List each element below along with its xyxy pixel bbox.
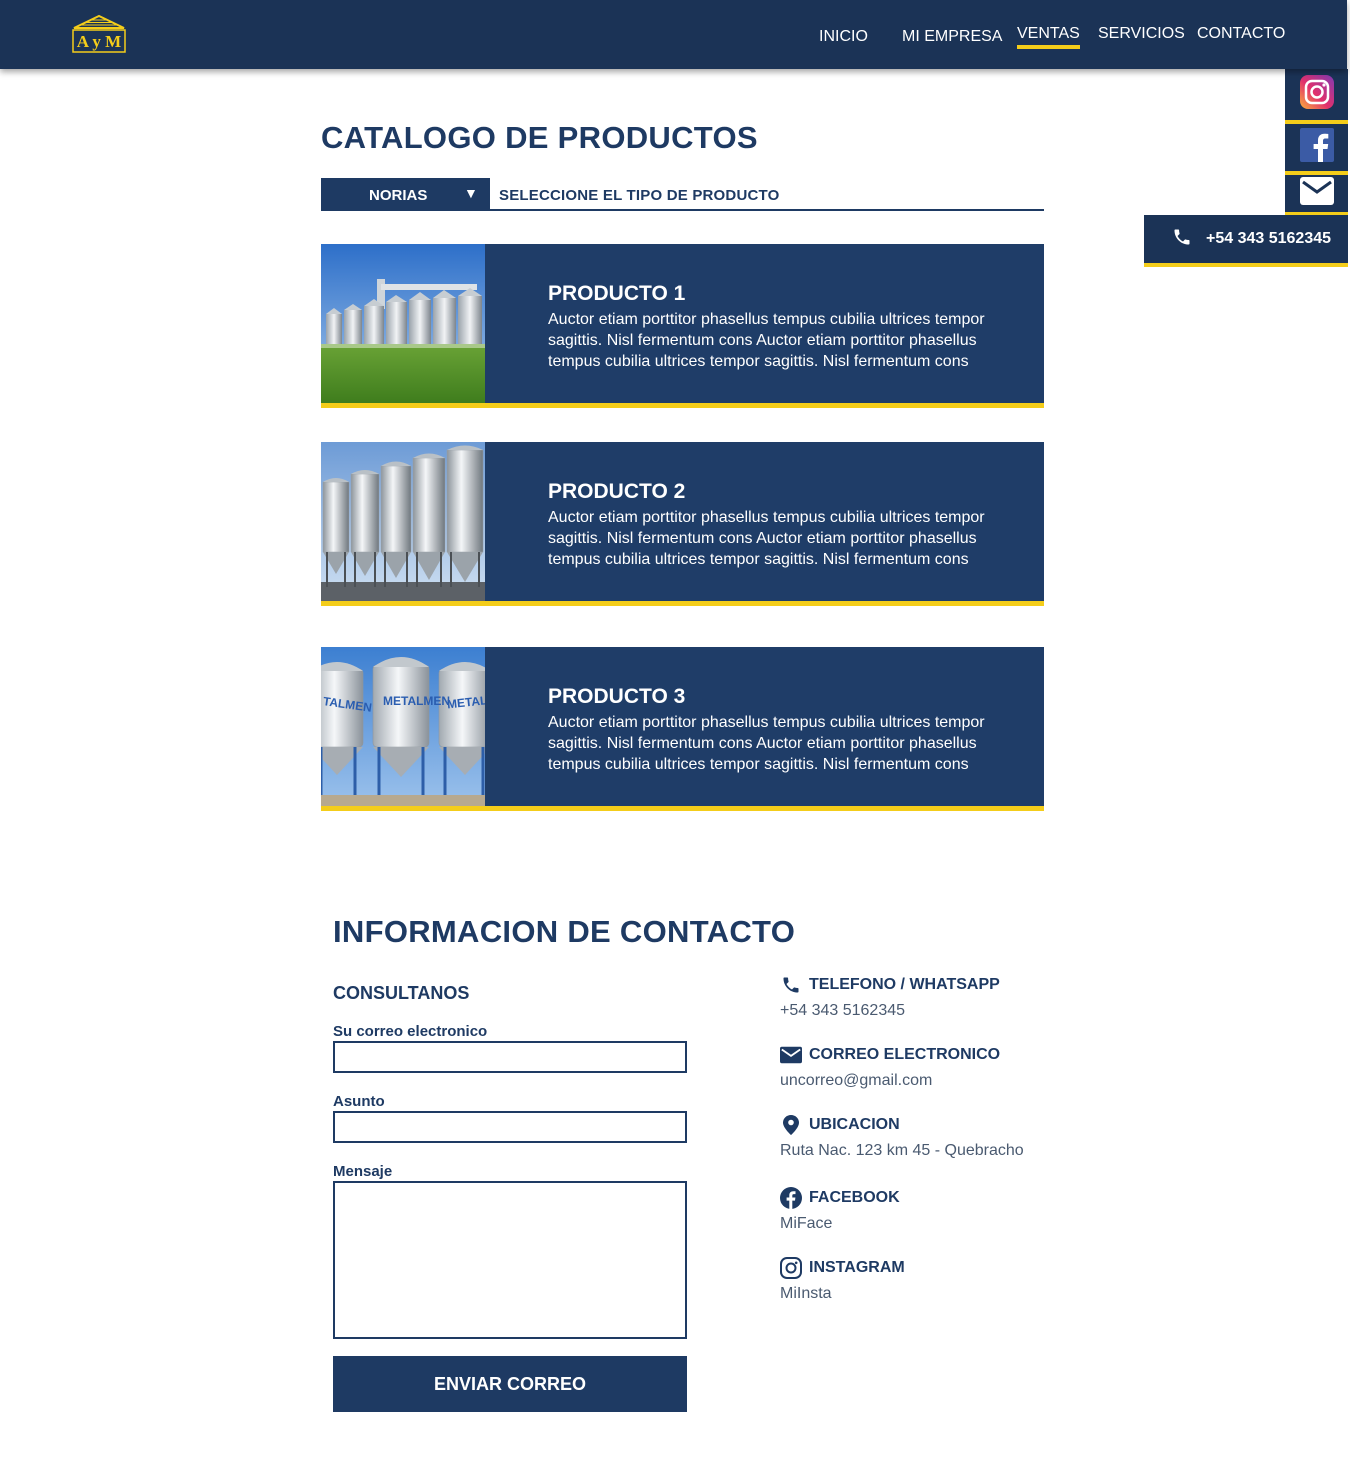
mail-icon <box>780 1044 802 1066</box>
facebook-icon <box>780 1187 802 1209</box>
dropdown-value: NORIAS <box>369 187 428 204</box>
svg-text:METALMEN: METALMEN <box>383 694 450 708</box>
nav-ventas[interactable]: VENTAS <box>1017 25 1080 49</box>
mail-link[interactable] <box>1285 175 1348 216</box>
contact-label: FACEBOOK <box>809 1189 900 1206</box>
product-title: PRODUCTO 3 <box>548 685 686 708</box>
contact-location: UBICACION Ruta Nac. 123 km 45 - Quebrach… <box>780 1114 1024 1160</box>
email-label: Su correo electronico <box>333 1023 488 1040</box>
contact-facebook: FACEBOOK MiFace <box>780 1187 900 1233</box>
email-field[interactable] <box>333 1041 687 1073</box>
phone-number: +54 343 5162345 <box>1206 230 1332 247</box>
contact-label: CORREO ELECTRONICO <box>809 1046 1001 1063</box>
phone-icon <box>1172 227 1206 252</box>
subject-field[interactable] <box>333 1111 687 1143</box>
product-title: PRODUCTO 1 <box>548 282 686 305</box>
product-image-silos-field <box>321 244 485 403</box>
catalog-title: CATALOGO DE PRODUCTOS <box>321 120 758 155</box>
message-field[interactable] <box>333 1181 687 1339</box>
contact-label: UBICACION <box>809 1116 900 1133</box>
contact-value[interactable]: MiInsta <box>780 1285 905 1303</box>
svg-text:A y M: A y M <box>77 32 121 51</box>
contact-phone: TELEFONO / WHATSAPP +54 343 5162345 <box>780 974 1000 1020</box>
location-pin-icon <box>780 1114 802 1136</box>
contact-value: Ruta Nac. 123 km 45 - Quebracho <box>780 1142 1024 1159</box>
facebook-icon <box>1299 128 1334 167</box>
top-navbar: A y M INICIO MI EMPRESA VENTAS SERVICIOS… <box>0 0 1347 69</box>
contact-label: TELEFONO / WHATSAPP <box>809 976 1000 993</box>
instagram-icon <box>780 1257 802 1279</box>
contact-email: CORREO ELECTRONICO uncorreo@gmail.com <box>780 1044 1000 1090</box>
message-label: Mensaje <box>333 1163 393 1180</box>
nav-contacto[interactable]: CONTACTO <box>1197 25 1285 43</box>
product-card[interactable]: TALMEN METALMEN METAL PRODUCTO 3 Auctor … <box>321 647 1044 811</box>
product-card[interactable]: PRODUCTO 1 Auctor etiam porttitor phasel… <box>321 244 1044 408</box>
product-image-branded-silos: TALMEN METALMEN METAL <box>321 647 485 806</box>
phone-icon <box>780 974 802 996</box>
form-heading: CONSULTANOS <box>333 983 470 1003</box>
nav-inicio[interactable]: INICIO <box>819 28 868 46</box>
nav-servicios[interactable]: SERVICIOS <box>1098 25 1185 43</box>
nav-mi-empresa[interactable]: MI EMPRESA <box>902 28 1002 46</box>
contact-label: INSTAGRAM <box>809 1259 905 1276</box>
product-type-selector: NORIAS ▼ SELECCIONE EL TIPO DE PRODUCTO <box>321 178 1044 211</box>
send-email-button[interactable]: ENVIAR CORREO <box>333 1356 687 1412</box>
chevron-down-icon: ▼ <box>464 185 478 201</box>
product-image-steel-silos <box>321 442 485 601</box>
contact-section-title: INFORMACION DE CONTACTO <box>333 914 796 949</box>
contact-value: +54 343 5162345 <box>780 1002 906 1019</box>
product-title: PRODUCTO 2 <box>548 480 686 503</box>
contact-instagram: INSTAGRAM MiInsta <box>780 1257 905 1303</box>
product-description: Auctor etiam porttitor phasellus tempus … <box>548 509 985 568</box>
product-description: Auctor etiam porttitor phasellus tempus … <box>548 311 985 370</box>
instagram-link[interactable] <box>1285 69 1348 124</box>
facebook-link[interactable] <box>1285 124 1348 175</box>
mail-icon <box>1299 177 1334 210</box>
product-type-dropdown[interactable]: NORIAS ▼ <box>321 178 490 210</box>
phone-tab[interactable]: +54 343 5162345 <box>1144 215 1348 267</box>
product-description: Auctor etiam porttitor phasellus tempus … <box>548 714 985 773</box>
aym-logo[interactable]: A y M <box>70 14 128 56</box>
instagram-icon <box>1299 75 1334 114</box>
contact-value[interactable]: MiFace <box>780 1215 900 1233</box>
dropdown-hint: SELECCIONE EL TIPO DE PRODUCTO <box>499 187 780 204</box>
subject-label: Asunto <box>333 1093 385 1110</box>
contact-value[interactable]: uncorreo@gmail.com <box>780 1072 1000 1090</box>
product-card[interactable]: PRODUCTO 2 Auctor etiam porttitor phasel… <box>321 442 1044 606</box>
